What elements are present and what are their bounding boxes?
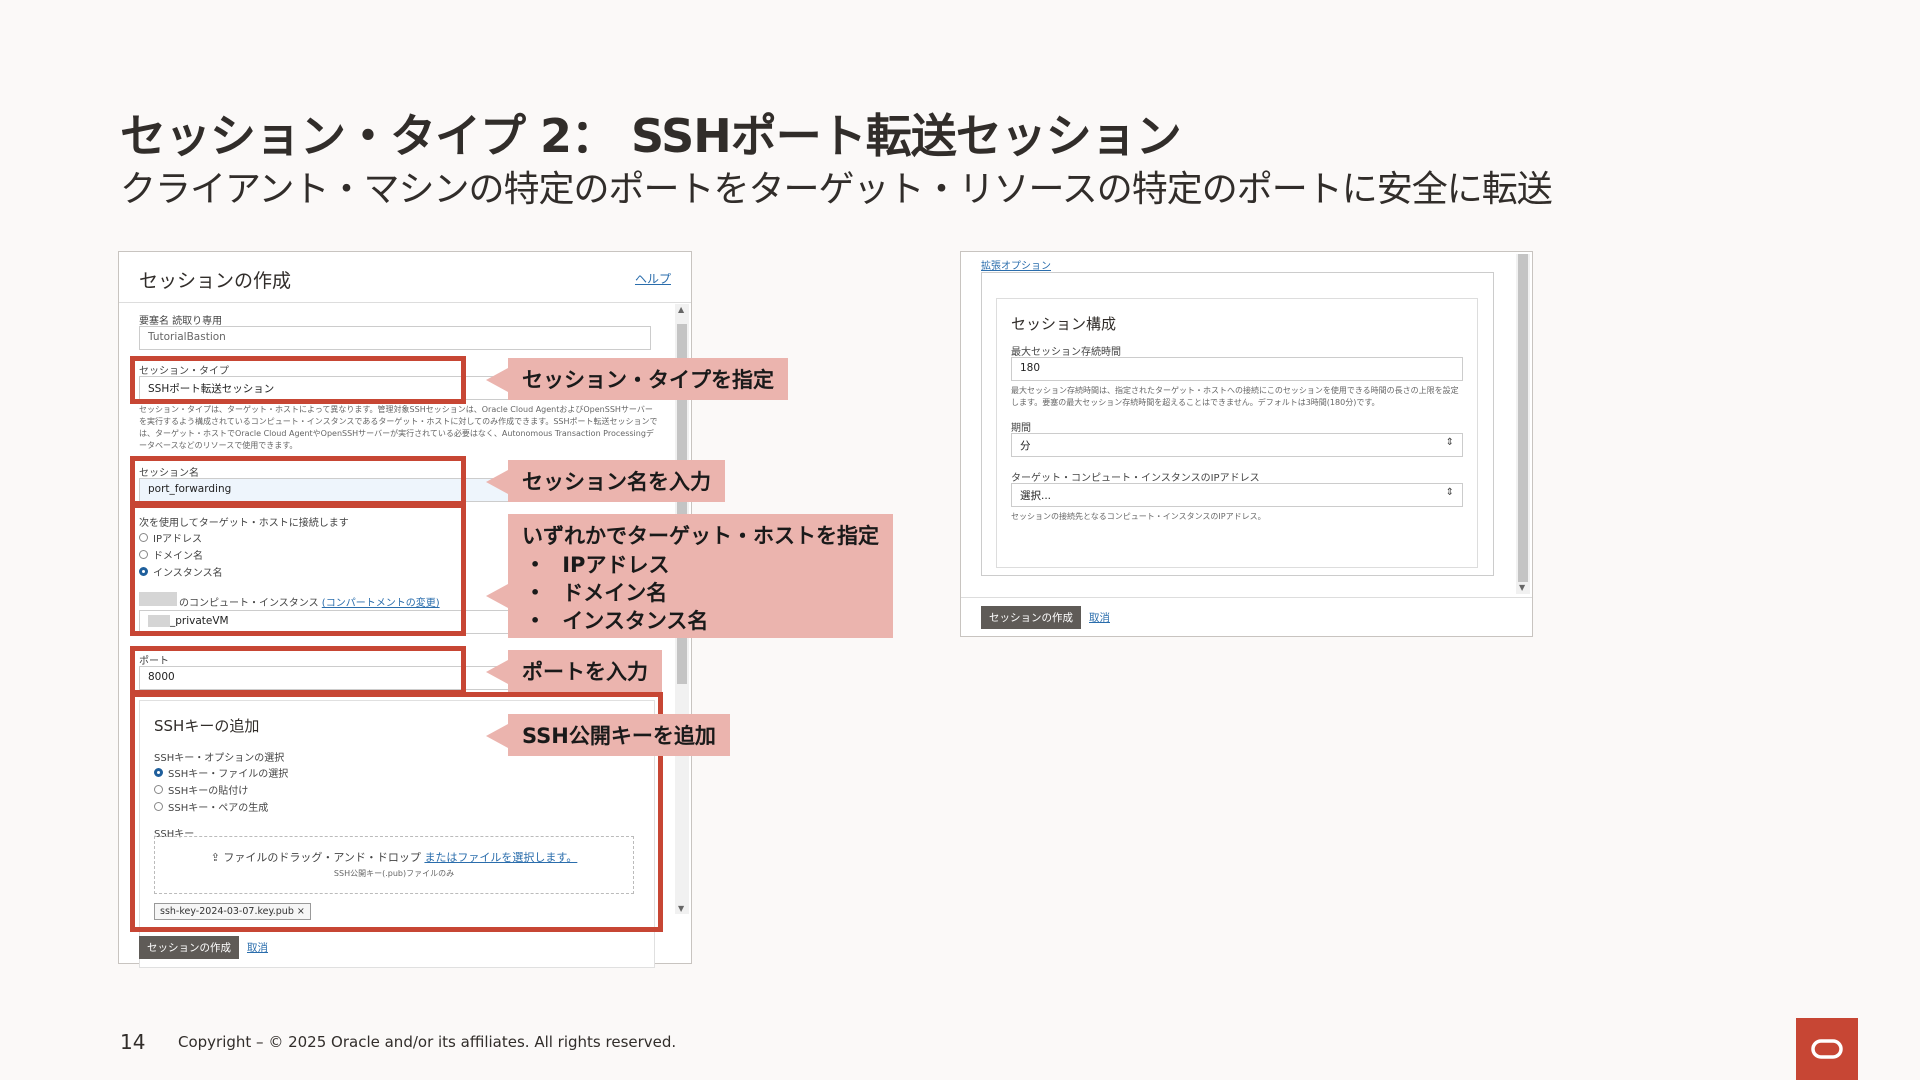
scrollbar[interactable]: ▼ [1516,254,1530,594]
callout-list: IPアドレス ドメイン名 インスタンス名 [522,552,879,636]
target-ip-help: セッションの接続先となるコンピュート・インスタンスのIPアドレス。 [1011,512,1266,521]
chevron-updown-icon: ⇕ [1445,437,1454,448]
callout-ssh-key: SSH公開キーを追加 [486,714,730,756]
chevron-updown-icon: ⇕ [1445,487,1454,498]
callout-list-item: IPアドレス [522,552,879,580]
target-ip-select[interactable]: 選択... ⇕ [1011,483,1463,507]
page-number: 14 [120,1030,146,1054]
callout-list-item: インスタンス名 [522,608,879,636]
advanced-options-content: セッション構成 最大セッション存続時間 180 最大セッション存続時間は、指定さ… [981,272,1494,576]
create-session-button[interactable]: セッションの作成 [981,606,1081,629]
callout-list-item: ドメイン名 [522,580,879,608]
unit-value: 分 [1020,440,1031,452]
cancel-link[interactable]: 取消 [1089,610,1110,625]
scroll-thumb[interactable] [1518,254,1528,582]
scroll-down-icon[interactable]: ▼ [678,904,684,913]
callout-target-host: いずれかでターゲット・ホストを指定 IPアドレス ドメイン名 インスタンス名 [486,514,893,638]
scroll-down-icon[interactable]: ▼ [1519,583,1525,592]
oracle-logo-icon [1796,1018,1858,1080]
target-ip-value: 選択... [1020,490,1052,502]
max-ttl-input[interactable]: 180 [1011,357,1463,381]
footer-divider [961,597,1532,598]
highlight-session-type [130,356,466,404]
title-divider [119,302,691,303]
highlight-session-name [130,456,466,506]
create-session-button[interactable]: セッションの作成 [139,936,239,959]
cancel-link[interactable]: 取消 [247,940,268,955]
unit-select[interactable]: 分 ⇕ [1011,433,1463,457]
session-config-card: セッション構成 最大セッション存続時間 180 最大セッション存続時間は、指定さ… [996,298,1478,568]
unit-label: 期間 [1011,423,1031,434]
callout-port: ポートを入力 [486,650,662,692]
callout-pointer [486,724,508,748]
advanced-options-panel: 拡張オプション セッション構成 最大セッション存続時間 180 最大セッション存… [960,251,1533,637]
highlight-port [130,646,466,695]
advanced-options-link[interactable]: 拡張オプション [981,257,1051,272]
bastion-label: 要塞名 読取り専用 [139,316,223,327]
callout-pointer [486,584,508,608]
callout-text: SSH公開キーを追加 [522,724,716,748]
session-type-help: セッション・タイプは、ターゲット・ホストによって異なります。管理対象SSHセッシ… [139,405,658,450]
callout-pointer [486,660,508,684]
max-ttl-help: 最大セッション存続時間は、指定されたターゲット・ホストへの接続にこのセッションを… [1011,386,1459,407]
target-ip-label: ターゲット・コンピュート・インスタンスのIPアドレス [1011,473,1260,484]
callout-pointer [486,368,508,392]
copyright: Copyright – © 2025 Oracle and/or its aff… [178,1033,677,1051]
callout-session-type: セッション・タイプを指定 [486,358,788,400]
bastion-field: TutorialBastion [139,326,651,350]
highlight-target-host [130,503,466,636]
scroll-up-icon[interactable]: ▲ [678,305,684,314]
card-title: セッション構成 [1011,315,1117,333]
callout-text: いずれかでターゲット・ホストを指定 [522,524,879,548]
callout-session-name: セッション名を入力 [486,460,725,502]
panel-title: セッションの作成 [139,270,292,292]
callout-text: セッション名を入力 [522,470,711,494]
callout-text: セッション・タイプを指定 [522,368,774,392]
callout-text: ポートを入力 [522,660,648,684]
callout-pointer [486,470,508,494]
max-ttl-label: 最大セッション存続時間 [1011,347,1121,358]
slide-subtitle: クライアント・マシンの特定のポートをターゲット・リソースの特定のポートに安全に転… [120,169,1553,210]
slide-title: セッション・タイプ 2： SSHポート転送セッション [120,109,1182,163]
help-link[interactable]: ヘルプ [635,270,671,287]
